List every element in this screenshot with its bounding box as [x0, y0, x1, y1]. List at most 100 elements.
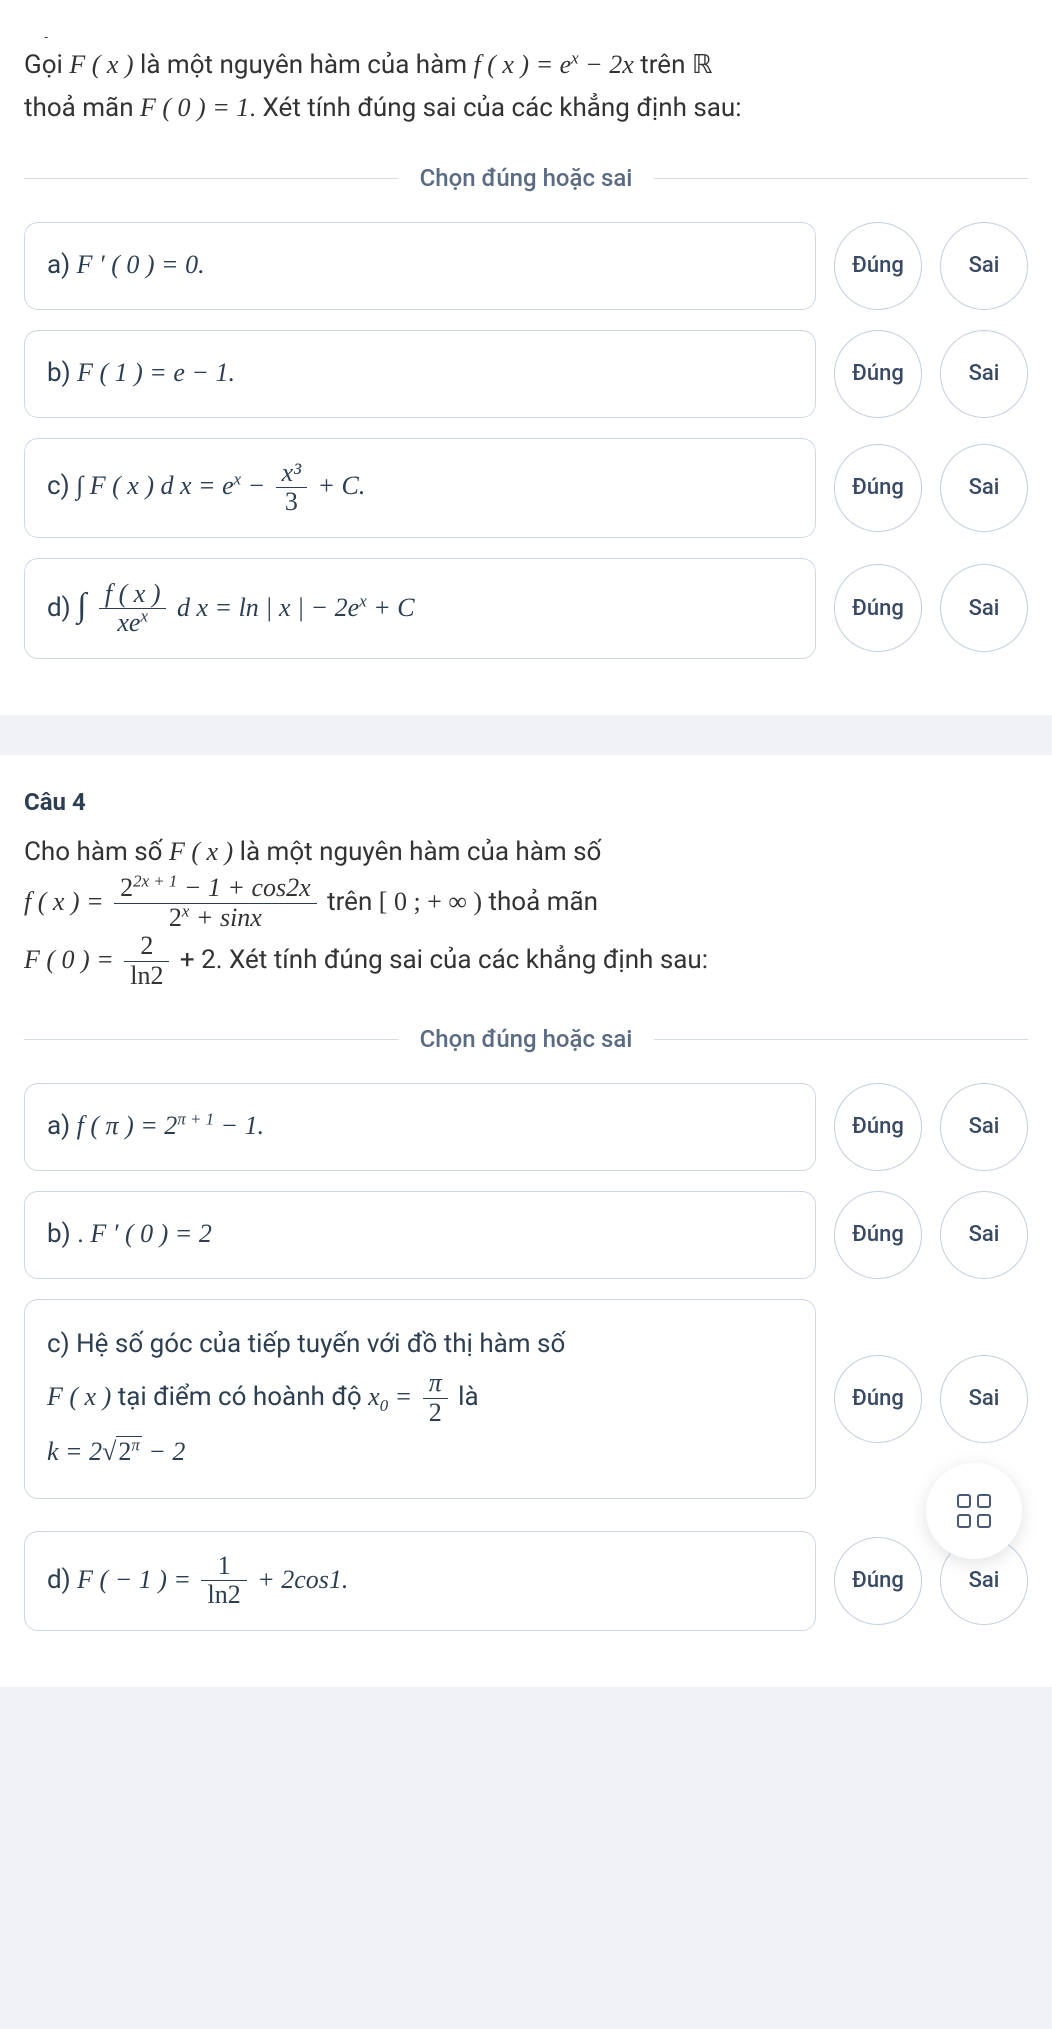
- math: F ( − 1 ) =: [77, 1565, 197, 1594]
- math: + 2cos1.: [251, 1565, 349, 1594]
- fraction: 22x + 1 − 1 + cos2x 2x + sinx: [114, 874, 317, 932]
- math: F ′ ( 0 ) = 2: [90, 1219, 211, 1248]
- option-box: b) F ( 1 ) = e − 1.: [24, 330, 816, 418]
- text: trên: [321, 887, 379, 917]
- option-box: a) f ( π ) = 2π + 1 − 1.: [24, 1083, 816, 1171]
- question-body: Gọi F ( x ) là một nguyên hàm của hàm f …: [24, 44, 1028, 129]
- text: + sinx: [189, 903, 261, 932]
- divider-label: Chọn đúng hoặc sai: [398, 159, 655, 197]
- option-row-d: d) ∫ f ( x )xex d x = ln | x | − 2ex + C…: [24, 558, 1028, 659]
- question-card-3: Câu 3 Gọi F ( x ) là một nguyên hàm của …: [0, 0, 1052, 715]
- sqrt-icon: √: [102, 1437, 116, 1466]
- grid-icon: [957, 1494, 991, 1528]
- math: F ( x ): [169, 837, 233, 866]
- numerator: x³: [276, 459, 307, 488]
- fraction: x³3: [276, 459, 307, 517]
- divider-line: [654, 1039, 1028, 1040]
- numerator: 22x + 1 − 1 + cos2x: [114, 874, 317, 903]
- text: x: [368, 1382, 380, 1411]
- false-button[interactable]: Sai: [940, 564, 1028, 652]
- text: − 2: [142, 1437, 186, 1466]
- question-body: Cho hàm số F ( x ) là một nguyên hàm của…: [24, 831, 1028, 990]
- text: tại điểm có hoành độ: [111, 1382, 368, 1412]
- exp: x: [140, 607, 148, 626]
- option-row-c: c) Hệ số góc của tiếp tuyến với đồ thị h…: [24, 1299, 1028, 1499]
- sub: 0: [380, 1396, 388, 1415]
- text: 2: [118, 1437, 131, 1466]
- math: d x = ln | x | − 2ex + C: [170, 593, 414, 622]
- text: Gọi: [24, 50, 69, 80]
- option-box: c) Hệ số góc của tiếp tuyến với đồ thị h…: [24, 1299, 816, 1499]
- denominator: 3: [276, 487, 307, 517]
- divider: Chọn đúng hoặc sai: [24, 159, 1028, 197]
- true-button[interactable]: Đúng: [834, 564, 922, 652]
- text: thoả mãn: [24, 93, 140, 123]
- text: f ( π ) = 2: [77, 1111, 178, 1140]
- true-button[interactable]: Đúng: [834, 444, 922, 532]
- true-button[interactable]: Đúng: [834, 330, 922, 418]
- option-box: b) . F ′ ( 0 ) = 2: [24, 1191, 816, 1279]
- divider-line: [24, 178, 398, 179]
- denominator: ln2: [201, 1580, 246, 1610]
- true-button[interactable]: Đúng: [834, 1355, 922, 1443]
- true-button[interactable]: Đúng: [834, 1083, 922, 1171]
- option-label: b): [47, 358, 77, 388]
- text: − 2x: [579, 50, 634, 79]
- divider-label: Chọn đúng hoặc sai: [398, 1020, 655, 1058]
- exp: π + 1: [177, 1110, 214, 1129]
- exp: x: [234, 469, 242, 488]
- false-button[interactable]: Sai: [940, 1083, 1028, 1171]
- option-box: a) F ′ ( 0 ) = 0.: [24, 222, 816, 310]
- text: trên: [634, 50, 692, 80]
- math: f ( x ) = ex − 2x: [474, 50, 634, 79]
- floating-menu-button[interactable]: [926, 1463, 1022, 1559]
- fraction: 1ln2: [201, 1552, 246, 1610]
- text: Cho hàm số: [24, 837, 169, 867]
- math: k = 2√2π − 2: [47, 1436, 185, 1466]
- option-row-d: d) F ( − 1 ) = 1ln2 + 2cos1. Đúng Sai: [24, 1531, 1028, 1631]
- text: là: [452, 1382, 479, 1412]
- false-button[interactable]: Sai: [940, 1355, 1028, 1443]
- true-button[interactable]: Đúng: [834, 1191, 922, 1279]
- text: là một nguyên hàm của hàm: [134, 50, 474, 80]
- math: ∫ F ( x ) d x = ex − x³3 + C.: [76, 471, 365, 500]
- exp: π: [131, 1436, 139, 1455]
- text: 2: [120, 873, 133, 902]
- divider-line: [654, 178, 1028, 179]
- option-row-a: a) f ( π ) = 2π + 1 − 1. Đúng Sai: [24, 1083, 1028, 1171]
- option-label: d): [47, 1565, 77, 1595]
- option-label: d): [47, 593, 77, 623]
- option-row-b: b) . F ′ ( 0 ) = 2 Đúng Sai: [24, 1191, 1028, 1279]
- numerator: 2: [124, 932, 169, 961]
- numerator: f ( x ): [99, 580, 167, 609]
- math: f ( π ) = 2π + 1 − 1.: [77, 1111, 264, 1140]
- math: F ( x ): [47, 1382, 111, 1411]
- numerator: π: [423, 1369, 448, 1398]
- math: x0 =: [368, 1382, 419, 1411]
- false-button[interactable]: Sai: [940, 1191, 1028, 1279]
- text: c) Hệ số góc của tiếp tuyến với đồ thị h…: [47, 1329, 565, 1359]
- divider: Chọn đúng hoặc sai: [24, 1020, 1028, 1058]
- text: f ( x ) = e: [474, 50, 572, 79]
- interval: [ 0 ; + ∞ ): [379, 887, 482, 916]
- math: F ( 0 ) = 1: [140, 93, 249, 122]
- divider-line: [24, 1039, 398, 1040]
- option-box: c) ∫ F ( x ) d x = ex − x³3 + C.: [24, 438, 816, 538]
- numerator: 1: [201, 1552, 246, 1581]
- text: − 1.: [214, 1111, 264, 1140]
- text: − 1 + cos2x: [177, 873, 310, 902]
- text: =: [388, 1382, 419, 1411]
- false-button[interactable]: Sai: [940, 444, 1028, 532]
- option-label: b) .: [47, 1219, 90, 1249]
- sqrt-content: 2π: [116, 1436, 141, 1466]
- option-label: a): [47, 250, 77, 280]
- true-button[interactable]: Đúng: [834, 1537, 922, 1625]
- option-box: d) F ( − 1 ) = 1ln2 + 2cos1.: [24, 1531, 816, 1631]
- denominator: ln2: [124, 961, 169, 991]
- text: −: [241, 471, 272, 500]
- text: k = 2: [47, 1437, 102, 1466]
- fraction: 2ln2: [124, 932, 169, 990]
- false-button[interactable]: Sai: [940, 330, 1028, 418]
- true-button[interactable]: Đúng: [834, 222, 922, 310]
- false-button[interactable]: Sai: [940, 222, 1028, 310]
